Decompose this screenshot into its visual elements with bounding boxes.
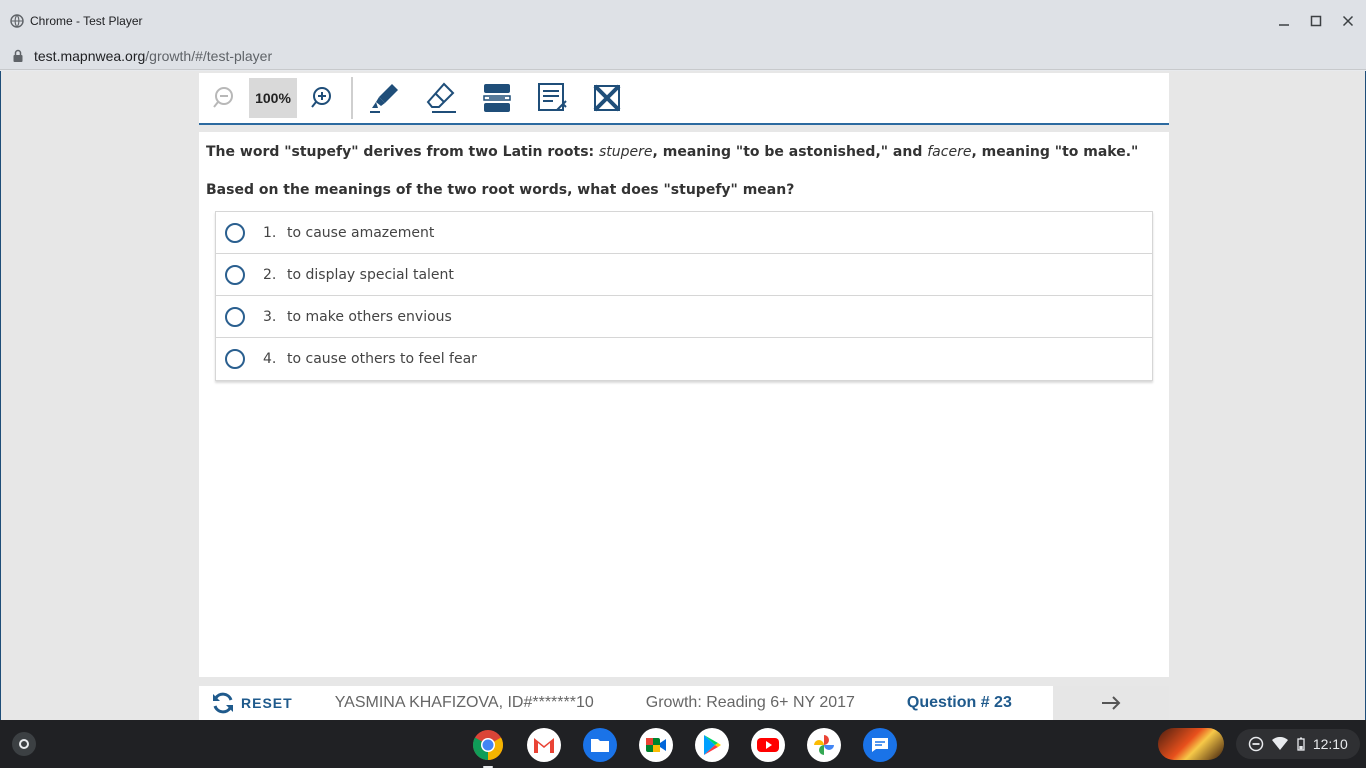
- play-store-icon: [704, 735, 721, 755]
- choice-text: to cause amazement: [287, 224, 435, 241]
- photos-icon: [814, 735, 834, 755]
- question-prompt: Based on the meanings of the two root wo…: [206, 182, 795, 198]
- eraser-button[interactable]: [417, 78, 465, 118]
- radio-button[interactable]: [225, 222, 245, 243]
- window-titlebar: Chrome - Test Player: [0, 0, 1366, 42]
- pinned-apps: [471, 728, 919, 768]
- meet-app[interactable]: [639, 728, 673, 762]
- test-player-page: 100% The word "stupefy" derives from two…: [0, 71, 1366, 720]
- url-path: /growth/#/test-player: [145, 47, 273, 64]
- chrome-icon: [472, 730, 504, 760]
- files-icon: [591, 739, 609, 752]
- wifi-icon: [1272, 737, 1289, 750]
- window-controls: [1268, 0, 1366, 42]
- choice-number: 1.: [263, 224, 277, 241]
- stem-part: The word "stupefy" derives from two Lati…: [206, 144, 600, 160]
- highlighter-button[interactable]: [361, 78, 409, 118]
- address-bar[interactable]: test.mapnwea.org/growth/#/test-player: [0, 42, 1366, 70]
- answer-choice-2[interactable]: 2. to display special talent: [216, 254, 1152, 296]
- gmail-icon: [534, 738, 554, 753]
- stem-part: , meaning "to make.": [971, 144, 1139, 160]
- question-number: Question # 23: [906, 694, 1012, 711]
- minimize-icon: [1279, 24, 1289, 26]
- youtube-icon: [757, 738, 779, 752]
- next-question-button[interactable]: [1053, 686, 1169, 720]
- zoom-out-icon: [213, 87, 233, 108]
- notepad-icon: [538, 83, 567, 111]
- choice-number: 2.: [263, 266, 277, 283]
- root-word-1: stupere: [599, 144, 653, 160]
- messages-icon: [872, 738, 888, 752]
- choice-text: to cause others to feel fear: [287, 351, 477, 367]
- clock: 12:10: [1312, 736, 1348, 752]
- test-name: Growth: Reading 6+ NY 2017: [645, 694, 855, 711]
- minimize-button[interactable]: [1268, 5, 1300, 37]
- maximize-icon: [1310, 15, 1322, 27]
- files-app[interactable]: [583, 728, 617, 762]
- answer-choice-4[interactable]: 4. to cause others to feel fear: [216, 338, 1152, 380]
- highlighter-icon: [370, 84, 398, 113]
- zoom-level: 100%: [249, 78, 297, 118]
- close-icon: [1342, 15, 1354, 27]
- photos-app[interactable]: [807, 728, 841, 762]
- user-avatar[interactable]: [1158, 728, 1224, 760]
- student-info: YASMINA KHAFIZOVA, ID#*******10: [334, 694, 594, 711]
- line-reader-button[interactable]: [473, 78, 521, 118]
- os-shelf: 12:10: [0, 720, 1366, 768]
- choice-text: to make others envious: [287, 308, 452, 325]
- zoom-in-button[interactable]: [297, 78, 345, 118]
- reset-icon: [213, 692, 233, 714]
- zoom-out-button[interactable]: [201, 78, 249, 118]
- reset-label: RESET: [241, 695, 293, 711]
- answer-choice-1[interactable]: 1. to cause amazement: [216, 212, 1152, 254]
- status-tray[interactable]: 12:10: [1236, 729, 1360, 759]
- radio-button[interactable]: [225, 264, 245, 285]
- notepad-button[interactable]: [529, 78, 577, 118]
- answer-choices: 1. to cause amazement 2. to display spec…: [215, 211, 1153, 381]
- question-stem: The word "stupefy" derives from two Lati…: [206, 144, 1138, 160]
- answer-eliminator-icon: [593, 84, 621, 112]
- messages-app[interactable]: [863, 728, 897, 762]
- lock-icon: [13, 49, 23, 62]
- play-store-app[interactable]: [695, 728, 729, 762]
- youtube-app[interactable]: [751, 728, 785, 762]
- url-text: test.mapnwea.org/growth/#/test-player: [34, 48, 272, 64]
- choice-text: to display special talent: [287, 266, 454, 283]
- globe-icon: [10, 14, 24, 28]
- chrome-app[interactable]: [471, 728, 505, 768]
- close-button[interactable]: [1332, 5, 1364, 37]
- launcher-icon: [19, 739, 29, 749]
- root-word-2: facere: [927, 144, 972, 160]
- meet-icon: [646, 738, 666, 752]
- arrow-right-icon: [1102, 696, 1121, 710]
- window-title: Chrome - Test Player: [30, 14, 143, 28]
- maximize-button[interactable]: [1300, 5, 1332, 37]
- launcher-button[interactable]: [12, 732, 36, 756]
- answer-choice-3[interactable]: 3. to make others envious: [216, 296, 1152, 338]
- zoom-in-icon: [311, 87, 331, 108]
- url-host: test.mapnwea.org: [34, 47, 146, 64]
- battery-icon: [1296, 737, 1305, 751]
- test-footer: RESET YASMINA KHAFIZOVA, ID#*******10 Gr…: [199, 686, 1169, 720]
- radio-button[interactable]: [225, 349, 245, 369]
- choice-number: 4.: [263, 351, 277, 367]
- tools-toolbar: 100%: [199, 73, 1169, 125]
- toolbar-separator: [351, 77, 353, 119]
- do-not-disturb-icon: [1248, 736, 1264, 752]
- answer-eliminator-button[interactable]: [583, 78, 631, 118]
- reset-button[interactable]: RESET: [211, 691, 293, 715]
- line-reader-icon: [483, 84, 511, 112]
- stem-part: , meaning "to be astonished," and: [652, 144, 928, 160]
- radio-button[interactable]: [225, 306, 245, 327]
- eraser-icon: [426, 82, 456, 113]
- choice-number: 3.: [263, 308, 277, 325]
- question-content: The word "stupefy" derives from two Lati…: [199, 132, 1169, 677]
- gmail-app[interactable]: [527, 728, 561, 762]
